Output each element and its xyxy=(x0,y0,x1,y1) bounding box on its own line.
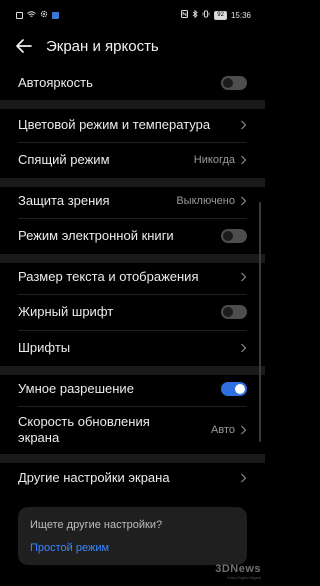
refresh-rate-value: Авто xyxy=(211,424,235,436)
color-mode-label: Цветовой режим и температура xyxy=(18,117,211,132)
chevron-right-icon xyxy=(241,473,247,483)
suggestion-card: Ищете другие настройки? Простой режим xyxy=(18,507,247,565)
page-header: Экран и яркость xyxy=(0,32,265,60)
row-divider xyxy=(18,330,247,331)
color-mode-row[interactable]: Цветовой режим и температура xyxy=(18,116,247,134)
row-divider xyxy=(18,142,247,143)
refresh-rate-label-line1: Скорость обновления xyxy=(18,414,150,429)
fonts-label: Шрифты xyxy=(18,340,71,355)
bold-font-label: Жирный шрифт xyxy=(18,304,114,319)
refresh-rate-label-line2: экрана xyxy=(18,430,60,445)
chevron-right-icon xyxy=(241,196,247,206)
chevron-right-icon xyxy=(241,343,247,353)
battery-indicator: 92 xyxy=(214,10,227,20)
back-arrow-icon xyxy=(16,39,32,53)
scrollbar[interactable] xyxy=(259,202,261,442)
fonts-row[interactable]: Шрифты xyxy=(18,339,247,357)
back-button[interactable] xyxy=(14,36,34,56)
refresh-rate-label: Скорость обновления экрана xyxy=(18,414,150,446)
eye-comfort-row[interactable]: Защита зрения Выключено xyxy=(18,192,247,210)
chevron-right-icon xyxy=(241,155,247,165)
eye-comfort-value: Выключено xyxy=(176,195,235,207)
bold-font-row[interactable]: Жирный шрифт xyxy=(18,303,247,321)
status-icons-right: 92 15:36 xyxy=(181,9,251,20)
sleep-mode-row[interactable]: Спящий режим Никогда xyxy=(18,151,247,169)
notification-icon xyxy=(16,11,23,19)
watermark-brand: 3DNews xyxy=(215,563,261,575)
status-icons-left xyxy=(16,10,59,20)
ebook-mode-row[interactable]: Режим электронной книги xyxy=(18,227,247,245)
row-divider xyxy=(18,406,247,407)
auto-brightness-toggle[interactable] xyxy=(221,76,247,90)
section-divider xyxy=(0,178,265,187)
status-bar: 92 15:36 xyxy=(0,0,265,30)
section-divider xyxy=(0,454,265,463)
refresh-rate-row[interactable]: Скорость обновления экрана Авто xyxy=(18,413,247,447)
ebook-mode-label: Режим электронной книги xyxy=(18,228,174,243)
row-divider xyxy=(18,294,247,295)
sleep-mode-label: Спящий режим xyxy=(18,152,110,167)
vibrate-icon xyxy=(202,10,210,20)
suggestion-question: Ищете другие настройки? xyxy=(30,519,163,531)
chevron-right-icon xyxy=(241,120,247,130)
smart-resolution-label: Умное разрешение xyxy=(18,381,134,396)
text-display-size-label: Размер текста и отображения xyxy=(18,269,199,284)
simple-mode-link[interactable]: Простой режим xyxy=(30,542,109,554)
bluetooth-icon xyxy=(192,9,198,20)
bold-font-toggle[interactable] xyxy=(221,305,247,319)
auto-brightness-row[interactable]: Автояркость xyxy=(18,74,247,92)
section-divider xyxy=(0,366,265,375)
page-title: Экран и яркость xyxy=(46,37,159,55)
chevron-right-icon xyxy=(241,425,247,435)
row-divider xyxy=(18,218,247,219)
gear-icon xyxy=(40,10,48,20)
text-display-size-row[interactable]: Размер текста и отображения xyxy=(18,268,247,286)
other-display-settings-row[interactable]: Другие настройки экрана xyxy=(18,469,247,487)
other-display-settings-label: Другие настройки экрана xyxy=(18,470,170,485)
sleep-mode-value: Никогда xyxy=(193,154,235,166)
nfc-icon xyxy=(181,10,189,20)
smart-resolution-row[interactable]: Умное разрешение xyxy=(18,380,247,398)
app-notification-icon xyxy=(52,11,59,19)
watermark-tagline: Daily Digital Digest xyxy=(227,575,261,580)
ebook-mode-toggle[interactable] xyxy=(221,229,247,243)
watermark-logo: 3DNews Daily Digital Digest xyxy=(215,563,261,580)
smart-resolution-toggle[interactable] xyxy=(221,382,247,396)
eye-comfort-label: Защита зрения xyxy=(18,193,110,208)
clock: 15:36 xyxy=(230,10,251,20)
section-divider xyxy=(0,100,265,109)
chevron-right-icon xyxy=(241,272,247,282)
wifi-icon xyxy=(27,10,36,20)
auto-brightness-label: Автояркость xyxy=(18,75,93,90)
section-divider xyxy=(0,254,265,263)
